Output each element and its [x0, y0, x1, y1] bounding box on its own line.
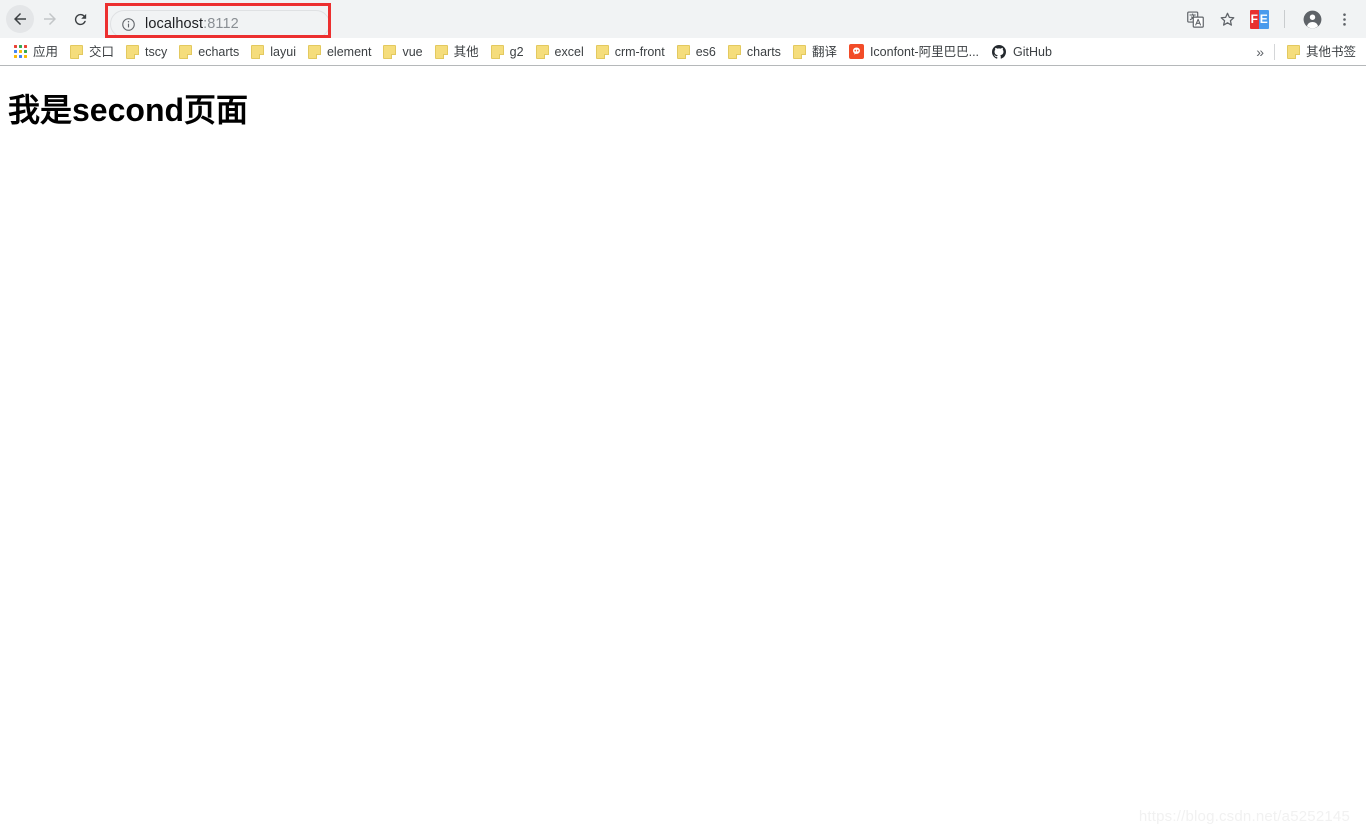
page-info-icon[interactable] — [121, 17, 136, 32]
github-icon — [991, 44, 1007, 60]
bookmark-item-echarts[interactable]: echarts — [173, 41, 245, 63]
bookmarks-bar: 应用 交口 tscy echarts layui element vue 其他 … — [0, 38, 1366, 66]
folder-icon — [251, 44, 265, 59]
bookmarks-overflow-chevron-icon[interactable]: » — [1248, 41, 1272, 63]
address-bar-text: localhost:8112 — [145, 16, 239, 32]
bookmark-item-crm-front[interactable]: crm-front — [590, 41, 671, 63]
bookmark-item-element[interactable]: element — [302, 41, 377, 63]
url-host: localhost — [145, 16, 204, 32]
toolbar-right-actions: F E — [1177, 5, 1358, 33]
bookmark-label: 其他 — [453, 44, 479, 59]
bookmark-label: tscy — [145, 44, 168, 59]
bookmark-item-charts[interactable]: charts — [722, 41, 787, 63]
bookmark-label: element — [326, 44, 372, 59]
apps-grid-icon — [14, 45, 27, 58]
fe-letter-e: E — [1259, 9, 1269, 29]
folder-icon — [179, 44, 193, 59]
folder-icon — [490, 44, 504, 59]
bookmarks-overflow-group: » 其他书签 — [1248, 41, 1362, 63]
omnibox-container: localhost:8112 — [102, 5, 1171, 38]
bookmark-item-g2[interactable]: g2 — [485, 41, 530, 63]
bookmark-apps[interactable]: 应用 — [8, 41, 64, 63]
bookmarks-divider — [1273, 43, 1275, 60]
folder-icon — [126, 44, 140, 59]
bookmark-apps-label: 应用 — [33, 44, 59, 59]
navigation-buttons — [6, 5, 96, 33]
folder-icon — [307, 44, 321, 59]
address-bar[interactable]: localhost:8112 — [110, 10, 330, 38]
fe-letter-f: F — [1249, 9, 1259, 29]
bookmark-label: es6 — [695, 44, 716, 59]
bookmark-star-icon[interactable] — [1213, 5, 1241, 33]
bookmark-item-github[interactable]: GitHub — [985, 41, 1058, 63]
bookmark-label: 翻译 — [811, 44, 837, 59]
url-port: :8112 — [203, 16, 239, 32]
forward-button[interactable] — [36, 5, 64, 33]
profile-avatar-icon[interactable] — [1298, 5, 1326, 33]
bookmark-label: GitHub — [1013, 44, 1052, 59]
bookmark-item-es6[interactable]: es6 — [671, 41, 722, 63]
bookmark-label: Iconfont-阿里巴巴... — [869, 44, 980, 59]
bookmark-item-tscy[interactable]: tscy — [120, 41, 173, 63]
folder-icon — [535, 44, 549, 59]
bookmark-other-bookmarks[interactable]: 其他书签 — [1281, 41, 1362, 63]
arrow-left-icon — [11, 10, 29, 28]
page-viewport: 我是second页面 https://blog.csdn.net/a525214… — [0, 67, 1366, 834]
csdn-watermark: https://blog.csdn.net/a5252145 — [1138, 808, 1350, 825]
folder-icon — [792, 44, 806, 59]
bookmark-label: vue — [402, 44, 423, 59]
bookmark-label: layui — [270, 44, 296, 59]
chrome-menu-icon[interactable] — [1330, 5, 1358, 33]
other-bookmarks-label: 其他书签 — [1305, 44, 1356, 59]
folder-icon — [70, 44, 84, 59]
browser-toolbar: localhost:8112 F E — [0, 0, 1366, 38]
reload-button[interactable] — [66, 5, 94, 33]
folder-icon — [1286, 44, 1300, 59]
folder-icon — [434, 44, 448, 59]
folder-icon — [595, 44, 609, 59]
bookmark-label: echarts — [198, 44, 240, 59]
back-button[interactable] — [6, 5, 34, 33]
iconfont-icon — [848, 44, 864, 59]
bookmark-item-jiaokou[interactable]: 交口 — [64, 41, 120, 63]
toolbar-divider — [1284, 10, 1285, 28]
page-title: 我是second页面 — [8, 92, 249, 128]
bookmark-item-qita[interactable]: 其他 — [429, 41, 485, 63]
arrow-right-icon — [41, 10, 59, 28]
bookmark-label: g2 — [509, 44, 524, 59]
bookmark-item-excel[interactable]: excel — [530, 41, 590, 63]
bookmark-label: 交口 — [89, 44, 115, 59]
bookmark-label: excel — [554, 44, 584, 59]
reload-icon — [72, 11, 89, 28]
bookmark-label: charts — [746, 44, 781, 59]
bookmark-item-fanyi[interactable]: 翻译 — [787, 41, 843, 63]
bookmark-item-layui[interactable]: layui — [245, 41, 302, 63]
fe-extension-badge: F E — [1249, 9, 1269, 29]
bookmark-item-iconfont[interactable]: Iconfont-阿里巴巴... — [843, 41, 985, 63]
folder-icon — [676, 44, 690, 59]
bookmark-label: crm-front — [614, 44, 665, 59]
extension-fe-icon[interactable]: F E — [1245, 5, 1273, 33]
translate-icon[interactable] — [1181, 5, 1209, 33]
bookmark-item-vue[interactable]: vue — [377, 41, 428, 63]
folder-icon — [383, 44, 397, 59]
folder-icon — [727, 44, 741, 59]
